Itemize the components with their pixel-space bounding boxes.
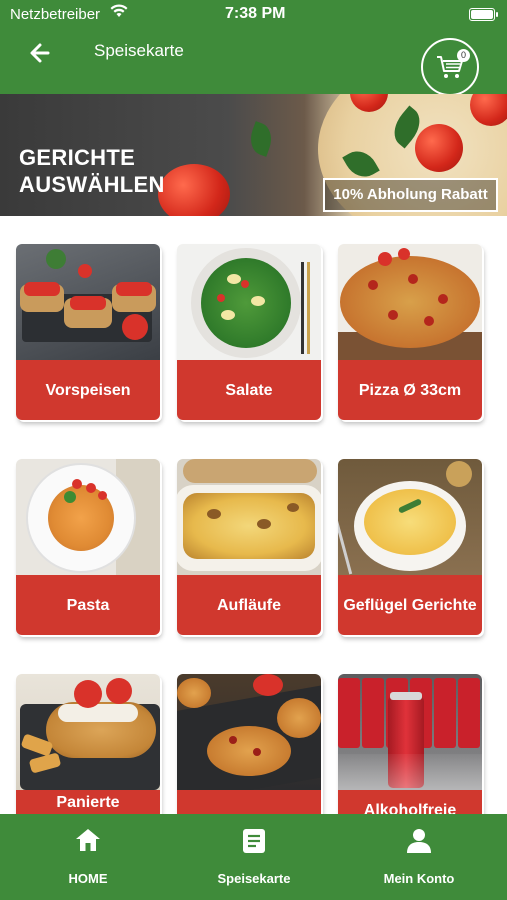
category-card-pasta[interactable]: Pasta <box>16 459 163 635</box>
nav-item-speisekarte[interactable]: Speisekarte <box>189 814 319 900</box>
nav-item-home[interactable]: HOME <box>23 814 153 900</box>
casserole-image <box>177 459 321 575</box>
schnitzel-image <box>16 674 160 790</box>
cola-cans-image <box>338 674 482 790</box>
category-card-alkoholfreie[interactable]: Alkoholfreie <box>338 674 485 814</box>
nav-label-speisekarte: Speisekarte <box>217 871 291 886</box>
pizza-image <box>338 244 482 360</box>
back-arrow-icon <box>30 43 50 63</box>
category-label: Alkoholfreie <box>338 790 482 814</box>
status-bar: Netzbetreiber 7:38 PM <box>0 0 507 30</box>
category-label: Pizza Ø 33cm <box>338 360 482 420</box>
tomato-slice-image <box>415 124 463 172</box>
category-card-salate[interactable]: Salate <box>177 244 324 420</box>
nav-label-mein-konto: Mein Konto <box>383 871 455 886</box>
basil-leaf-image <box>245 121 277 157</box>
whole-tomato-image <box>158 164 230 216</box>
category-card-mini-pizzas[interactable] <box>177 674 324 814</box>
banner-heading: GERICHTE AUSWÄHLEN <box>19 144 165 198</box>
menu-list-icon <box>243 829 265 853</box>
category-label: Vorspeisen <box>16 360 160 420</box>
category-label: Panierte <box>16 790 160 814</box>
cart-count-badge: 0 <box>457 49 470 62</box>
battery-icon <box>469 8 498 21</box>
category-label: Aufläufe <box>177 575 321 635</box>
category-label: Pasta <box>16 575 160 635</box>
carrier-name: Netzbetreiber <box>10 6 101 23</box>
status-time: 7:38 PM <box>225 5 286 22</box>
gratin-dish-image <box>338 459 482 575</box>
bottom-navigation: HOME Speisekarte Mein Konto <box>0 814 507 900</box>
category-label <box>177 790 321 814</box>
wifi-icon <box>110 4 128 22</box>
banner-heading-line1: GERICHTE <box>19 145 136 170</box>
home-icon <box>76 829 100 851</box>
spaghetti-image <box>16 459 160 575</box>
page-title: Speisekarte <box>94 41 184 60</box>
promo-badge: 10% Abholung Rabatt <box>323 178 498 212</box>
category-grid: Vorspeisen Salate Pizza Ø 33cm Pasta Auf… <box>0 216 507 814</box>
account-icon <box>407 829 431 853</box>
category-card-vorspeisen[interactable]: Vorspeisen <box>16 244 163 420</box>
category-label: Salate <box>177 360 321 420</box>
category-card-pizza[interactable]: Pizza Ø 33cm <box>338 244 485 420</box>
category-card-panierte[interactable]: Panierte <box>16 674 163 814</box>
back-button[interactable] <box>26 38 56 68</box>
mini-pizzas-image <box>177 674 321 790</box>
cart-button[interactable]: 0 <box>421 38 479 96</box>
category-label: Geflügel Gerichte <box>338 575 482 635</box>
nav-label-home: HOME <box>68 871 108 886</box>
banner-heading-line2: AUSWÄHLEN <box>19 172 165 197</box>
category-card-gefluegel[interactable]: Geflügel Gerichte <box>338 459 485 635</box>
hero-banner: GERICHTE AUSWÄHLEN 10% Abholung Rabatt <box>0 94 507 216</box>
salad-bowl-image <box>177 244 321 360</box>
nav-item-mein-konto[interactable]: Mein Konto <box>354 814 484 900</box>
bruschetta-image <box>16 244 160 360</box>
app-bar: Speisekarte 0 <box>0 30 507 96</box>
category-card-auflaeufe[interactable]: Aufläufe <box>177 459 324 635</box>
